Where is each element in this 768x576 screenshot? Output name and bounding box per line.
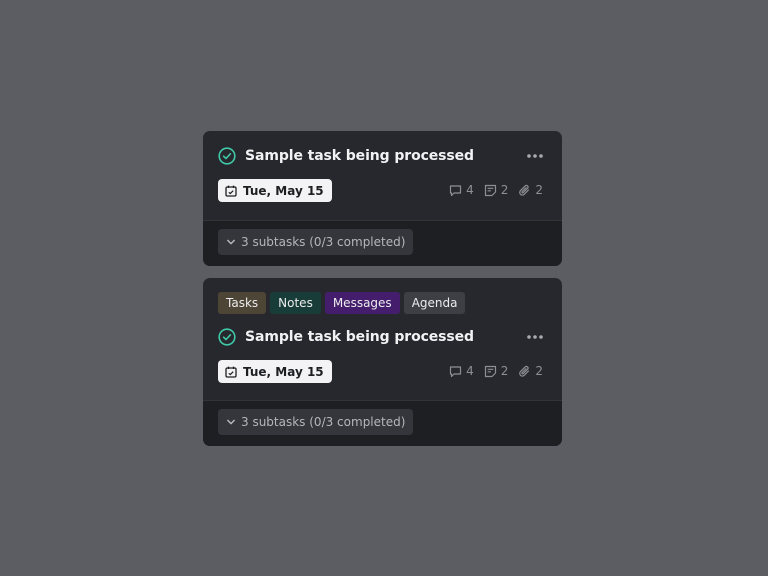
- note-icon: [484, 184, 496, 196]
- calendar-icon: [225, 366, 237, 378]
- check-circle-icon[interactable]: [218, 328, 236, 346]
- due-date-badge[interactable]: Tue, May 15: [218, 179, 332, 202]
- task-card-footer: 3 subtasks (0/3 completed): [203, 400, 562, 446]
- check-circle-icon[interactable]: [218, 147, 236, 165]
- note-icon: [484, 365, 496, 377]
- attachments-count[interactable]: 2: [518, 183, 543, 197]
- subtasks-label: 3 subtasks (0/3 completed): [241, 415, 406, 429]
- more-horizontal-icon[interactable]: [526, 151, 544, 161]
- comments-count-value: 4: [466, 364, 474, 378]
- task-card[interactable]: Sample task being processed Tue, May 15 …: [203, 131, 562, 266]
- task-card-footer: 3 subtasks (0/3 completed): [203, 220, 562, 266]
- chevron-down-icon: [227, 239, 235, 245]
- due-date-text: Tue, May 15: [243, 364, 324, 379]
- notes-count[interactable]: 2: [484, 364, 509, 378]
- comments-count-value: 4: [466, 183, 474, 197]
- task-title-row: Sample task being processed: [218, 328, 474, 346]
- due-date-text: Tue, May 15: [243, 183, 324, 198]
- more-horizontal-icon[interactable]: [526, 332, 544, 342]
- tag-agenda[interactable]: Agenda: [403, 292, 466, 314]
- notes-count[interactable]: 2: [484, 183, 509, 197]
- notes-count-value: 2: [500, 364, 509, 378]
- task-card-header: Sample task being processed Tue, May 15 …: [203, 131, 562, 221]
- calendar-icon: [225, 185, 237, 197]
- paperclip-icon: [519, 184, 530, 196]
- comment-icon: [449, 365, 462, 377]
- task-title-row: Sample task being processed: [218, 147, 474, 165]
- paperclip-icon: [519, 365, 530, 377]
- task-meta: 4 2 2: [449, 364, 543, 378]
- subtasks-toggle[interactable]: 3 subtasks (0/3 completed): [218, 409, 414, 435]
- tag-notes[interactable]: Notes: [270, 292, 321, 314]
- chevron-down-icon: [227, 419, 235, 425]
- comments-count[interactable]: 4: [449, 183, 474, 197]
- task-card[interactable]: Tasks Notes Messages Agenda Sample task …: [203, 278, 562, 446]
- attachments-count-value: 2: [535, 183, 543, 197]
- task-meta: 4 2 2: [449, 183, 543, 197]
- tag-messages[interactable]: Messages: [324, 292, 400, 314]
- task-title[interactable]: Sample task being processed: [245, 148, 474, 164]
- due-date-badge[interactable]: Tue, May 15: [218, 360, 332, 383]
- attachments-count-value: 2: [535, 364, 543, 378]
- notes-count-value: 2: [500, 183, 509, 197]
- task-title[interactable]: Sample task being processed: [245, 329, 474, 345]
- attachments-count[interactable]: 2: [518, 364, 543, 378]
- tag-tasks[interactable]: Tasks: [218, 292, 267, 314]
- comments-count[interactable]: 4: [449, 364, 474, 378]
- tag-list: Tasks Notes Messages Agenda: [218, 292, 466, 314]
- task-card-header: Tasks Notes Messages Agenda Sample task …: [203, 278, 562, 401]
- subtasks-toggle[interactable]: 3 subtasks (0/3 completed): [218, 229, 414, 255]
- subtasks-label: 3 subtasks (0/3 completed): [241, 235, 406, 249]
- comment-icon: [449, 184, 462, 196]
